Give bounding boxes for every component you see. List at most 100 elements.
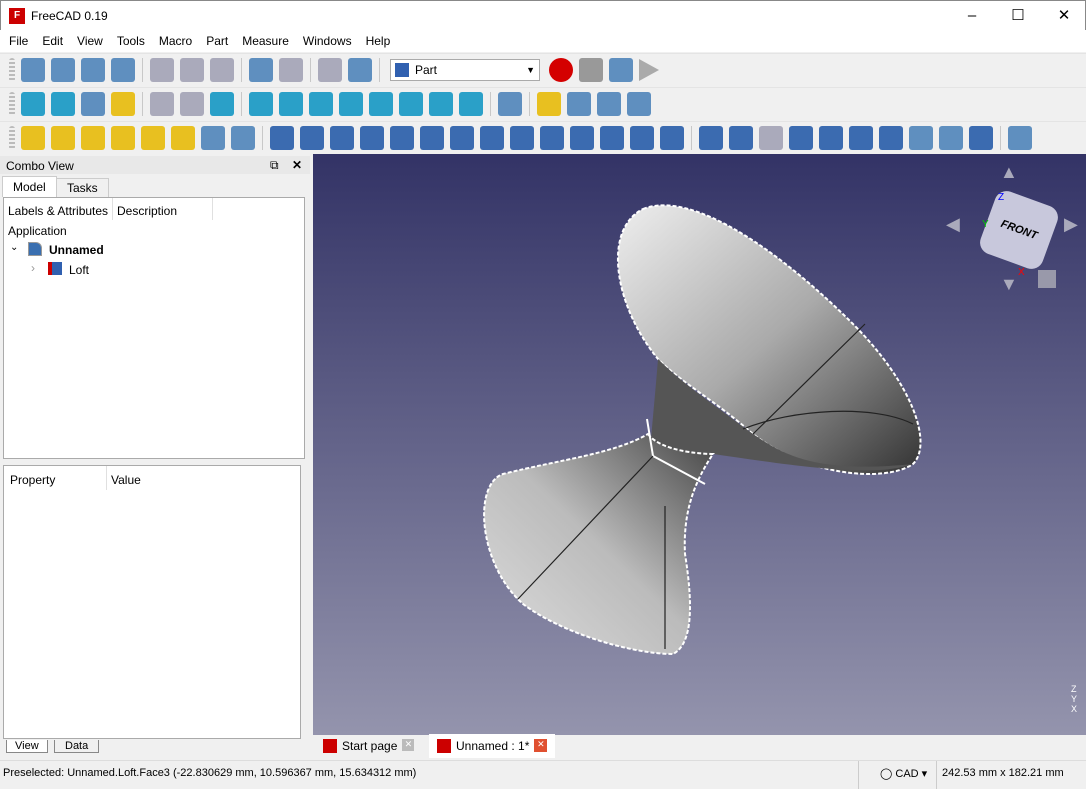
chevron-right-icon[interactable]: › xyxy=(31,261,35,275)
thickness-icon[interactable] xyxy=(630,125,654,150)
tree-document[interactable]: Unnamed xyxy=(49,243,104,257)
link-icon[interactable] xyxy=(597,91,621,116)
menu-macro[interactable]: Macro xyxy=(152,30,199,52)
refresh-icon[interactable] xyxy=(318,57,342,82)
menu-part[interactable]: Part xyxy=(199,30,235,52)
bottom-view-icon[interactable] xyxy=(429,91,453,116)
tab-unnamed[interactable]: Unnamed : 1* ✕ xyxy=(429,734,556,758)
zoom-icon[interactable] xyxy=(249,91,273,116)
stop-macro-icon[interactable] xyxy=(579,57,603,82)
sphere-icon[interactable] xyxy=(81,125,105,150)
box-icon[interactable] xyxy=(21,125,45,150)
menu-windows[interactable]: Windows xyxy=(296,30,359,52)
close-button[interactable]: ✕ xyxy=(1041,1,1086,31)
top-view-icon[interactable] xyxy=(339,91,363,116)
primitives-icon[interactable] xyxy=(201,125,225,150)
check-geometry-icon[interactable] xyxy=(909,125,933,150)
fit-all-icon[interactable] xyxy=(21,91,45,116)
menu-file[interactable]: File xyxy=(2,30,35,52)
workbench-selector[interactable]: Part ▼ xyxy=(390,58,540,81)
view-menu-cube-icon[interactable] xyxy=(1038,270,1056,288)
navigation-style-button[interactable]: ◯ CAD ▾ xyxy=(880,767,927,780)
rear-view-icon[interactable] xyxy=(399,91,423,116)
attachment-icon[interactable] xyxy=(969,125,993,150)
section-icon[interactable] xyxy=(540,125,564,150)
common-icon[interactable] xyxy=(819,125,843,150)
fuse-icon[interactable] xyxy=(789,125,813,150)
col-value[interactable]: Value xyxy=(106,466,145,490)
torus-icon[interactable] xyxy=(141,125,165,150)
col-property[interactable]: Property xyxy=(10,473,55,487)
group-icon[interactable] xyxy=(567,91,591,116)
loft-icon[interactable] xyxy=(480,125,504,150)
tab-view[interactable]: View xyxy=(6,740,48,753)
navigation-cube[interactable]: ▲ ◀ ▶ ▼ FRONT Z X Y xyxy=(946,162,1086,295)
make-face-icon[interactable] xyxy=(420,125,444,150)
menu-edit[interactable]: Edit xyxy=(35,30,70,52)
chevron-down-icon[interactable]: ⌄ xyxy=(10,242,18,253)
float-icon[interactable]: ⧉ xyxy=(270,158,279,173)
edit-macro-icon[interactable] xyxy=(609,57,633,82)
tube-icon[interactable] xyxy=(171,125,195,150)
tab-tasks[interactable]: Tasks xyxy=(56,178,109,198)
shape-builder-icon[interactable] xyxy=(231,125,255,150)
boolean-icon[interactable] xyxy=(729,125,753,150)
offset-icon[interactable] xyxy=(600,125,624,150)
whats-this-icon[interactable] xyxy=(348,57,372,82)
close-panel-icon[interactable]: ✕ xyxy=(292,158,302,172)
new-icon[interactable] xyxy=(21,57,45,82)
split-icon[interactable] xyxy=(879,125,903,150)
part-icon[interactable] xyxy=(537,91,561,116)
draw-style-icon[interactable] xyxy=(81,91,105,116)
back-icon[interactable] xyxy=(150,91,174,116)
forward-icon[interactable] xyxy=(180,91,204,116)
menu-measure[interactable]: Measure xyxy=(235,30,296,52)
3d-viewport[interactable]: ▲ ◀ ▶ ▼ FRONT Z X Y Z Y X xyxy=(313,154,1086,735)
redo-icon[interactable] xyxy=(279,57,303,82)
defeaturing-icon[interactable] xyxy=(939,125,963,150)
fit-selection-icon[interactable] xyxy=(51,91,75,116)
tab-data[interactable]: Data xyxy=(54,740,100,753)
close-tab-icon[interactable]: ✕ xyxy=(534,739,548,752)
isometric-icon[interactable] xyxy=(279,91,303,116)
tab-start-page[interactable]: Start page ✕ xyxy=(317,735,420,758)
front-view-icon[interactable] xyxy=(309,91,333,116)
ruled-surface-icon[interactable] xyxy=(450,125,474,150)
mirror-icon[interactable] xyxy=(330,125,354,150)
tree-loft[interactable]: Loft xyxy=(69,263,89,277)
tab-model[interactable]: Model xyxy=(2,176,57,197)
save-as-icon[interactable] xyxy=(111,57,135,82)
save-icon[interactable] xyxy=(81,57,105,82)
open-icon[interactable] xyxy=(51,57,75,82)
join-icon[interactable] xyxy=(849,125,873,150)
maximize-button[interactable]: ☐ xyxy=(995,1,1041,31)
toolbar-grip[interactable] xyxy=(9,125,15,150)
cut-icon[interactable] xyxy=(759,125,783,150)
copy-icon[interactable] xyxy=(180,57,204,82)
paste-icon[interactable] xyxy=(210,57,234,82)
chamfer-icon[interactable] xyxy=(390,125,414,150)
toolbar-grip[interactable] xyxy=(9,91,15,116)
rotate-up-icon[interactable]: ▲ xyxy=(1000,162,1018,183)
toolbar-grip[interactable] xyxy=(9,57,15,82)
left-view-icon[interactable] xyxy=(459,91,483,116)
extrude-icon[interactable] xyxy=(270,125,294,150)
measure-linear-icon[interactable] xyxy=(1008,125,1032,150)
menu-view[interactable]: View xyxy=(70,30,110,52)
run-macro-icon[interactable] xyxy=(639,58,659,81)
measure-icon[interactable] xyxy=(498,91,522,116)
nav-cube-front[interactable]: FRONT xyxy=(976,187,1062,273)
record-macro-icon[interactable] xyxy=(549,57,573,82)
menu-help[interactable]: Help xyxy=(359,30,398,52)
cone-icon[interactable] xyxy=(111,125,135,150)
link-actions-icon[interactable] xyxy=(627,91,651,116)
rotate-down-icon[interactable]: ▼ xyxy=(1000,274,1018,295)
col-description[interactable]: Description xyxy=(112,198,181,220)
close-tab-icon[interactable]: ✕ xyxy=(402,739,415,751)
cut-icon[interactable] xyxy=(150,57,174,82)
sweep-icon[interactable] xyxy=(510,125,534,150)
bounding-box-icon[interactable] xyxy=(111,91,135,116)
compound-icon[interactable] xyxy=(699,125,723,150)
minimize-button[interactable]: – xyxy=(949,1,995,31)
rotate-right-icon[interactable]: ▶ xyxy=(1064,214,1078,235)
